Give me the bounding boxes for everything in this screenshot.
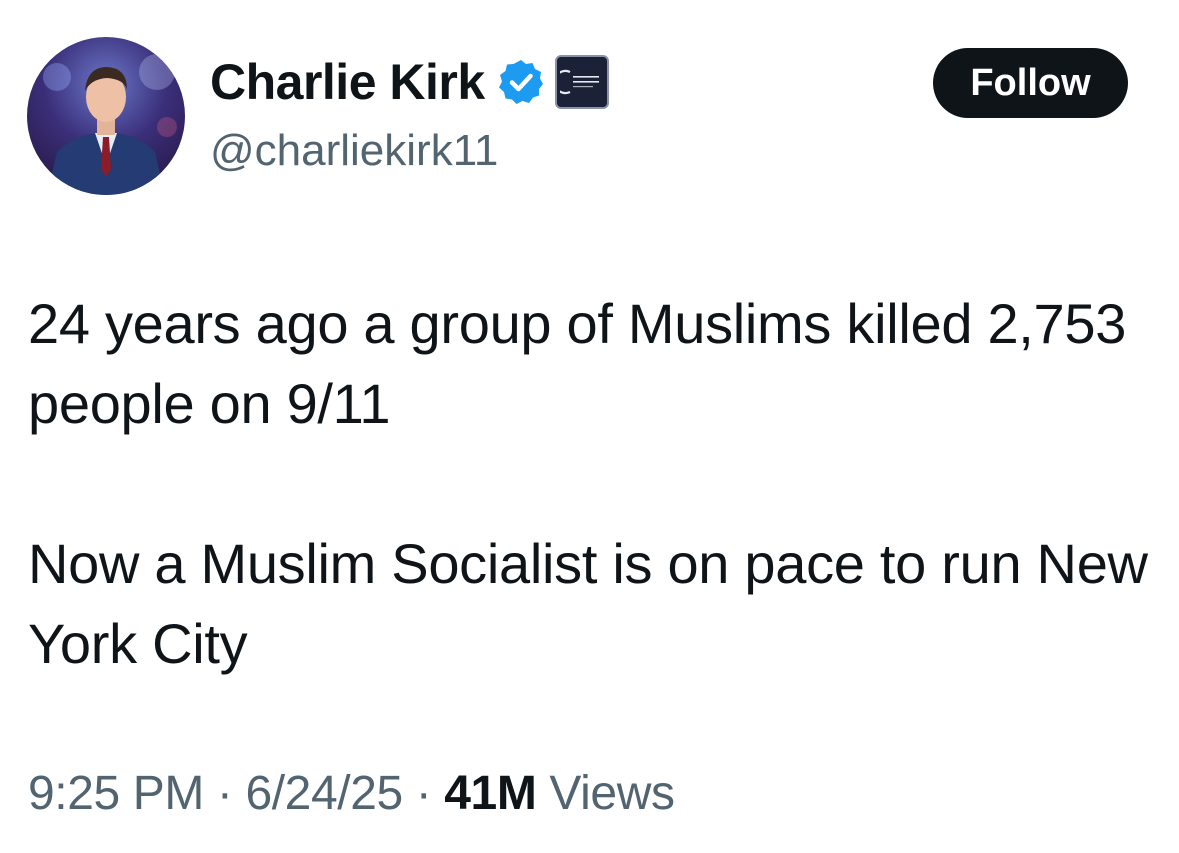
tweet-date[interactable]: 6/24/25: [245, 767, 403, 820]
author-name-row: Charlie Kirk: [210, 52, 609, 112]
follow-button[interactable]: Follow: [933, 48, 1128, 118]
views-count[interactable]: 41M: [444, 767, 537, 820]
avatar[interactable]: [27, 37, 185, 195]
tweet-meta: 9:25 PM · 6/24/25 · 41M Views: [28, 764, 675, 824]
org-logo-icon: [559, 69, 599, 95]
avatar-image: [27, 37, 185, 195]
author-handle[interactable]: @charliekirk11: [210, 124, 498, 178]
author-display-name[interactable]: Charlie Kirk: [210, 52, 485, 112]
meta-separator: ·: [216, 767, 233, 820]
turning-point-usa-logo[interactable]: [554, 55, 609, 109]
tweet-time[interactable]: 9:25 PM: [28, 767, 204, 820]
tweet-paragraph: Now a Muslim Socialist is on pace to run…: [28, 532, 1148, 675]
verified-badge-icon[interactable]: [497, 58, 545, 106]
tweet-text: 24 years ago a group of Muslims killed 2…: [28, 284, 1158, 684]
views-label: Views: [549, 767, 675, 820]
meta-separator: ·: [415, 767, 432, 820]
tweet-paragraph: 24 years ago a group of Muslims killed 2…: [28, 292, 1127, 435]
